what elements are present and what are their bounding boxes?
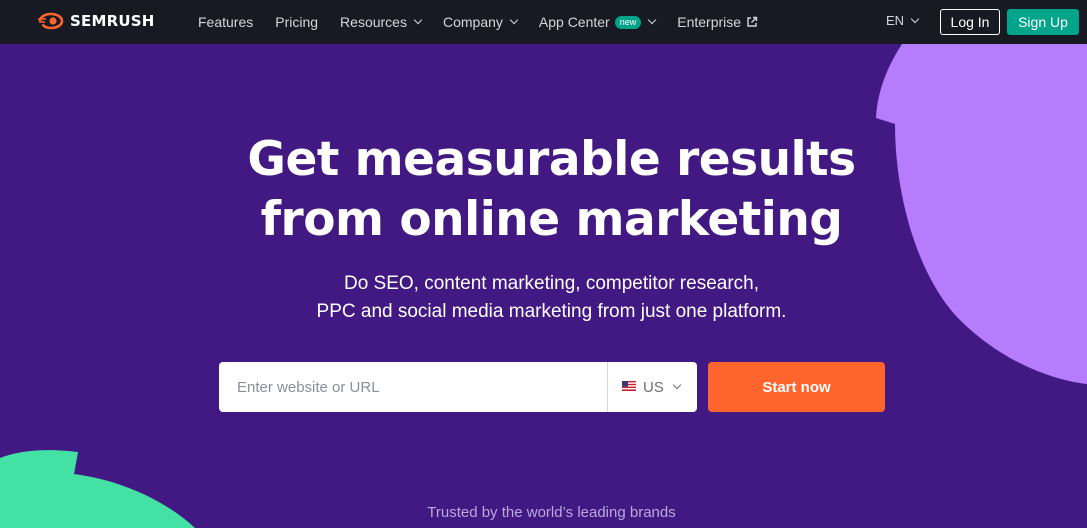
nav-company-label: Company <box>442 14 503 30</box>
nav-app-center[interactable]: App Center new <box>538 14 657 30</box>
chevron-down-icon <box>672 380 682 390</box>
login-button[interactable]: Log In <box>940 9 1000 35</box>
hero-title-line1: Get measurable results <box>247 132 856 187</box>
semrush-logo[interactable]: SEMRUSH <box>38 12 154 30</box>
hero-subtitle-line2: PPC and social media marketing from just… <box>316 301 787 322</box>
database-label: US <box>643 378 664 396</box>
top-navigation: SEMRUSH Features Pricing Resources Compa… <box>0 0 1087 44</box>
hero-subtitle: Do SEO, content marketing, competitor re… <box>0 270 1087 326</box>
us-flag-icon <box>622 378 636 396</box>
chevron-down-icon <box>910 14 920 23</box>
chevron-down-icon <box>509 15 519 25</box>
hero-title-line2: from online marketing <box>260 192 843 247</box>
hero-subtitle-line1: Do SEO, content marketing, competitor re… <box>343 273 759 294</box>
chevron-down-icon <box>647 15 657 25</box>
signup-button[interactable]: Sign Up <box>1007 9 1079 35</box>
nav-enterprise-label: Enterprise <box>677 14 742 30</box>
start-now-button[interactable]: Start now <box>708 362 885 412</box>
nav-features-label: Features <box>198 14 254 30</box>
chevron-down-icon <box>413 15 423 25</box>
database-selector[interactable]: US <box>607 362 697 412</box>
nav-app-center-label: App Center <box>538 14 610 30</box>
nav-pricing-label: Pricing <box>275 14 319 30</box>
new-badge: new <box>614 15 642 29</box>
domain-search-form: US <box>219 362 697 412</box>
decorative-shapes <box>0 44 1087 528</box>
external-link-icon <box>746 16 758 28</box>
nav-pricing[interactable]: Pricing <box>275 14 318 30</box>
main-menu: Features Pricing Resources Company App C… <box>198 0 780 44</box>
nav-resources[interactable]: Resources <box>340 14 423 30</box>
trusted-brands-heading: Trusted by the world’s leading brands <box>427 504 676 521</box>
nav-company[interactable]: Company <box>442 14 519 30</box>
nav-resources-label: Resources <box>340 14 407 30</box>
nav-features[interactable]: Features <box>198 14 253 30</box>
nav-enterprise[interactable]: Enterprise <box>677 14 758 30</box>
semrush-flame-icon <box>38 12 64 30</box>
website-url-input[interactable] <box>219 362 607 412</box>
language-selector[interactable]: EN <box>886 13 920 28</box>
hero-title: Get measurable results from online marke… <box>0 130 1087 250</box>
language-label: EN <box>886 13 905 28</box>
brand-name: SEMRUSH <box>70 12 155 30</box>
